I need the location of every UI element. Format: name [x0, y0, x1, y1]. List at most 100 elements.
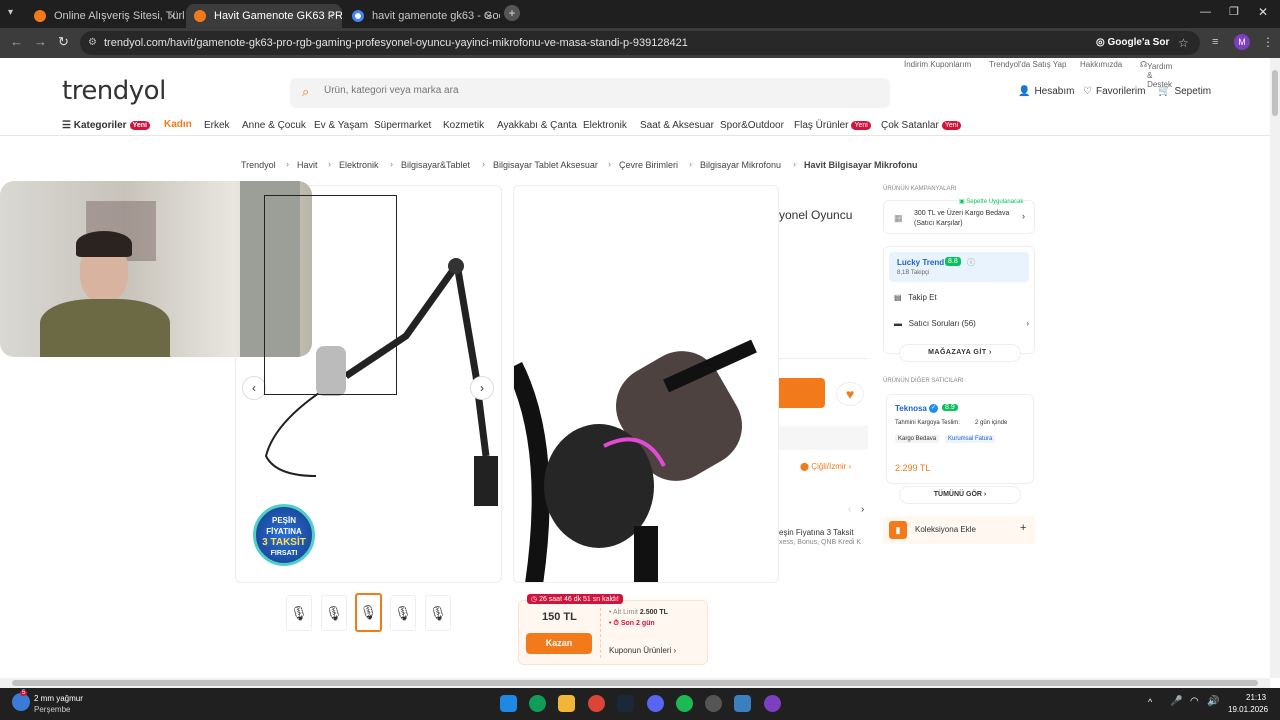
nav-item-men[interactable]: Erkek: [204, 120, 230, 131]
thumbnail[interactable]: 🎙: [425, 595, 451, 631]
info-icon[interactable]: ⓘ: [967, 257, 975, 268]
horizontal-scrollbar[interactable]: [0, 678, 1270, 688]
clock-date[interactable]: 19.01.2026: [1228, 705, 1268, 714]
settings-app-icon[interactable]: [734, 695, 751, 712]
nav-categories[interactable]: ☰ Kategoriler Yeni: [62, 120, 150, 131]
add-to-cart-button[interactable]: [779, 378, 825, 408]
seller-header[interactable]: Lucky Trend 8.8 ⓘ 8,1B Takipçi: [889, 252, 1029, 282]
tab-3[interactable]: havit gamenote gk63 - Google ×: [344, 4, 500, 28]
breadcrumb-item[interactable]: Trendyol: [241, 160, 276, 170]
account-link[interactable]: 👤 Hesabım: [1018, 86, 1074, 97]
breadcrumb-item[interactable]: Havit: [297, 160, 318, 170]
tab-2[interactable]: Havit Gamenote GK63 PRO RGB ×: [186, 4, 342, 28]
search-input[interactable]: [324, 85, 824, 96]
toplink-about[interactable]: Hakkımızda: [1080, 60, 1122, 69]
window-close-icon[interactable]: ✕: [1258, 5, 1268, 19]
go-to-store-button[interactable]: MAĞAZAYA GİT ›: [899, 344, 1021, 362]
volume-icon[interactable]: 🔊: [1207, 696, 1219, 707]
tab-list-icon[interactable]: ▾: [8, 7, 13, 18]
thumbnail[interactable]: 🎙: [390, 595, 416, 631]
back-icon[interactable]: ←: [10, 34, 23, 49]
windows-start-icon[interactable]: [500, 695, 517, 712]
thumbnail[interactable]: 🎙: [286, 595, 312, 631]
more-menu-icon[interactable]: ⋮: [1262, 35, 1274, 49]
breadcrumb-item[interactable]: Bilgisayar&Tablet: [401, 160, 470, 170]
chrome-icon[interactable]: [588, 695, 605, 712]
location-link[interactable]: ⬤ Çiğli/İzmir ›: [800, 462, 851, 471]
google-ask-button[interactable]: ◎ Google'a Sor: [1096, 31, 1169, 55]
search-box[interactable]: ⌕: [290, 78, 890, 108]
chevron-right-icon[interactable]: ›: [861, 504, 864, 515]
chevron-left-icon[interactable]: ‹: [242, 376, 266, 400]
close-icon[interactable]: ×: [485, 9, 492, 23]
breadcrumb-item[interactable]: Çevre Birimleri: [619, 160, 678, 170]
trendyol-logo[interactable]: trendyol: [62, 76, 166, 106]
add-to-collection[interactable]: ▮ Koleksiyona Ekle +: [883, 516, 1035, 544]
close-icon[interactable]: ×: [327, 9, 334, 23]
reload-icon[interactable]: ↻: [58, 34, 69, 50]
cart-link[interactable]: 🛒 Sepetim: [1158, 86, 1211, 97]
nav-item-supermarket[interactable]: Süpermarket: [374, 120, 431, 131]
nav-item-home[interactable]: Ev & Yaşam: [314, 120, 368, 131]
chrome-profile-icon[interactable]: [764, 695, 781, 712]
other-seller-name[interactable]: Teknosa: [895, 404, 927, 413]
coupon-win-button[interactable]: Kazan: [526, 633, 592, 654]
seller-questions[interactable]: ▬ Satıcı Soruları (56) ›: [894, 319, 1029, 328]
minimize-icon[interactable]: —: [1200, 6, 1211, 18]
thumbnail-selected[interactable]: 🎙: [355, 593, 382, 632]
toplink-help[interactable]: ☊ Yardım & Destek: [1140, 60, 1172, 89]
campaign-card[interactable]: ▣ Sepette Uygulanacak ▦ 300 TL ve Üzeri …: [883, 198, 1035, 234]
tray-chevron-up-icon[interactable]: ^: [1148, 697, 1152, 707]
nav-item-bestsellers[interactable]: Çok Satanlar Yeni: [881, 120, 962, 131]
coupon-products-link[interactable]: Kuponun Ürünleri ›: [609, 646, 676, 655]
site-info-icon[interactable]: ⚙: [88, 31, 97, 55]
breadcrumb-item[interactable]: Bilgisayar Tablet Aksesuar: [493, 160, 598, 170]
toplink-sell[interactable]: Trendyol'da Satış Yap: [989, 60, 1066, 69]
breadcrumb-item[interactable]: Elektronik: [339, 160, 379, 170]
chevron-right-icon[interactable]: ›: [470, 376, 494, 400]
nav-item-shoes[interactable]: Ayakkabı & Çanta: [497, 120, 577, 131]
nav-item-women[interactable]: Kadın: [164, 119, 192, 130]
scrollbar-thumb[interactable]: [1272, 70, 1278, 116]
favorites-link[interactable]: ♡ Favorilerim: [1083, 86, 1145, 97]
nav-item-watches[interactable]: Saat & Aksesuar: [640, 120, 714, 131]
coupon-products-label: Kuponun Ürünleri: [609, 646, 672, 655]
close-icon[interactable]: ×: [169, 9, 176, 23]
new-tab-button[interactable]: +: [504, 5, 520, 21]
edge-icon[interactable]: [529, 695, 546, 712]
profile-avatar[interactable]: M: [1234, 34, 1250, 50]
tab-1[interactable]: Online Alışveriş Sitesi, Türkiye'nin ×: [26, 4, 184, 28]
toplink-coupons[interactable]: İndirim Kuponlarım: [904, 60, 971, 69]
reading-list-icon[interactable]: ≡: [1212, 36, 1218, 48]
see-all-button[interactable]: TÜMÜNÜ GÖR ›: [899, 486, 1021, 504]
favorite-heart-icon[interactable]: ♥: [836, 382, 864, 406]
last-days-text: Son 2 gün: [620, 620, 655, 627]
restore-icon[interactable]: ❐: [1229, 5, 1239, 18]
forward-icon[interactable]: →: [34, 34, 47, 49]
search-icon[interactable]: ⌕: [302, 84, 309, 100]
follow-button[interactable]: ▤ Takip Et: [894, 293, 937, 302]
spotify-icon[interactable]: [676, 695, 693, 712]
nav-item-flash[interactable]: Flaş Ürünler Yeni: [794, 120, 871, 131]
chat-icon: ▬: [894, 319, 902, 328]
discord-icon[interactable]: [647, 695, 664, 712]
app-icon[interactable]: [705, 695, 722, 712]
clock-time[interactable]: 21:13: [1246, 693, 1266, 702]
steam-icon[interactable]: [617, 695, 634, 712]
bookmark-star-icon[interactable]: ☆: [1178, 31, 1189, 55]
nav-item-electronics[interactable]: Elektronik: [583, 120, 627, 131]
nav-item-kids[interactable]: Anne & Çocuk: [242, 120, 306, 131]
address-bar[interactable]: ⚙ trendyol.com/havit/gamenote-gk63-pro-r…: [80, 31, 1200, 55]
breadcrumb-item[interactable]: Bilgisayar Mikrofonu: [700, 160, 781, 170]
horizontal-scrollbar-thumb[interactable]: [12, 680, 1258, 686]
nav-item-sports[interactable]: Spor&Outdoor: [720, 120, 784, 131]
wifi-icon[interactable]: ◠: [1190, 696, 1199, 707]
badge-line: PEŞİN: [271, 516, 296, 525]
chevron-left-icon[interactable]: ‹: [848, 504, 851, 515]
thumbnail[interactable]: 🎙: [321, 595, 347, 631]
file-explorer-icon[interactable]: [558, 695, 575, 712]
store-icon: ▤: [894, 293, 902, 302]
nav-item-cosmetics[interactable]: Kozmetik: [443, 120, 484, 131]
microphone-icon[interactable]: 🎤: [1170, 696, 1182, 707]
vertical-scrollbar[interactable]: [1270, 58, 1280, 678]
